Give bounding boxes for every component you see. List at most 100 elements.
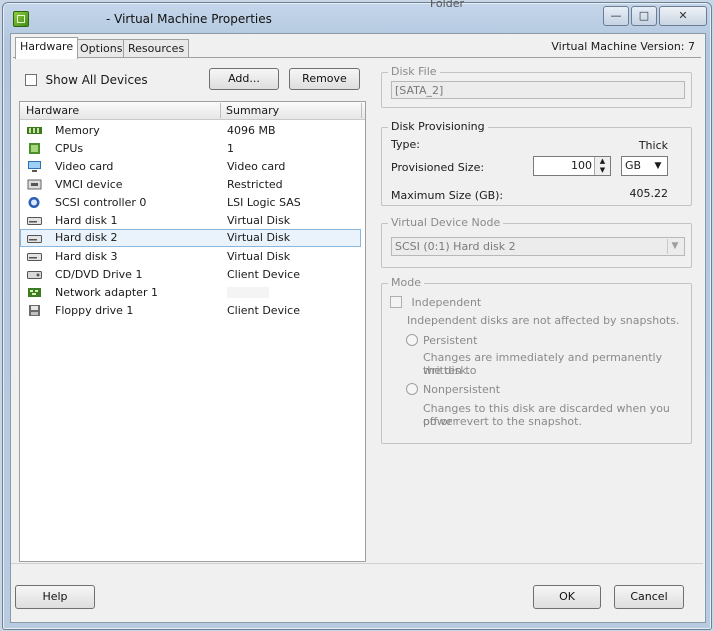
column-header-summary[interactable]: Summary [220,102,356,119]
mode-group: Mode Independent Independent disks are n… [381,276,692,444]
table-row-scsi-controller[interactable]: SCSI controller 0 LSI Logic SAS [21,194,360,211]
row-summary: 1 [227,142,234,155]
background-window-fragment: Folder [430,0,464,10]
row-summary: Client Device [227,268,300,281]
hard-disk-icon [27,253,42,261]
provisioned-size-label: Provisioned Size: [391,161,485,174]
row-summary: Virtual Disk [227,214,291,227]
disk-provisioning-title: Disk Provisioning [388,120,488,133]
row-summary: Virtual Disk [227,250,291,263]
table-row-memory[interactable]: Memory 4096 MB [21,122,360,139]
chevron-down-icon: ▼ [667,239,682,254]
mode-title: Mode [388,276,424,289]
disk-file-field: [SATA_2] [391,81,685,99]
dialog-client-area: Hardware Options Resources Virtual Machi… [10,33,706,623]
table-row-hard-disk-3[interactable]: Hard disk 3 Virtual Disk [21,248,360,265]
row-summary: LSI Logic SAS [227,196,301,209]
table-row-floppy-drive[interactable]: Floppy drive 1 Client Device [21,302,360,319]
virtual-device-node-title: Virtual Device Node [388,216,504,229]
size-unit-select[interactable]: GB ▼ [621,156,668,176]
add-device-button[interactable]: Add... [209,68,279,90]
vm-version-label: Virtual Machine Version: 7 [551,40,695,53]
tab-options[interactable]: Options [75,39,128,58]
type-value: Thick [638,139,668,152]
disk-file-group: Disk File [SATA_2] [381,65,692,108]
row-name: Memory [55,124,100,137]
cancel-button[interactable]: Cancel [614,585,684,609]
size-unit-value: GB [625,159,642,172]
cpu-icon [29,143,40,154]
vm-app-icon [13,11,29,27]
chevron-down-icon[interactable]: ▼ [651,159,665,173]
scsi-controller-icon [28,197,40,208]
memory-icon [27,127,42,134]
row-summary: Video card [227,160,286,173]
row-name: SCSI controller 0 [55,196,147,209]
independent-description: Independent disks are not affected by sn… [407,314,680,327]
tab-resources[interactable]: Resources [123,39,190,58]
maximum-size-value: 405.22 [629,187,669,200]
table-row-network-adapter[interactable]: Network adapter 1 [21,284,360,301]
virtual-device-node-value: SCSI (0:1) Hard disk 2 [395,240,516,253]
nonpersistent-label: Nonpersistent [423,383,501,396]
nonpersistent-description-line-2: off or revert to the snapshot. [423,415,582,428]
row-summary: Restricted [227,178,283,191]
row-name: Hard disk 3 [55,250,118,263]
maximum-size-label: Maximum Size (GB): [391,189,504,202]
tab-hardware[interactable]: Hardware [15,37,79,59]
vmci-icon [27,179,42,190]
column-separator[interactable] [361,103,362,118]
table-row-hard-disk-2[interactable]: Hard disk 2 Virtual Disk [20,229,361,247]
table-row-hard-disk-1[interactable]: Hard disk 1 Virtual Disk [21,212,360,229]
help-button[interactable]: Help [15,585,95,609]
disk-provisioning-group: Disk Provisioning Type: Thick Provisione… [381,120,692,206]
spin-down-icon[interactable]: ▼ [594,166,610,175]
hardware-tab-panel: Show All Devices Add... Remove Hardware … [13,58,701,563]
row-name: Floppy drive 1 [55,304,134,317]
persistent-label: Persistent [423,334,478,347]
disk-file-title: Disk File [388,65,440,78]
table-row-cd-dvd-drive[interactable]: CD/DVD Drive 1 Client Device [21,266,360,283]
hard-disk-icon [27,235,42,243]
row-name: VMCI device [55,178,123,191]
row-name: Network adapter 1 [55,286,158,299]
table-row-vmci-device[interactable]: VMCI device Restricted [21,176,360,193]
provisioned-size-value: 100 [571,159,592,172]
persistent-radio [406,334,418,346]
row-name: Hard disk 1 [55,214,118,227]
hardware-list-header: Hardware Summary [20,102,365,120]
persistent-description-line-2: the disk. [423,364,471,377]
row-summary: Client Device [227,304,300,317]
title-bar[interactable]: - Virtual Machine Properties Folder — □ … [3,0,711,33]
virtual-device-node-group: Virtual Device Node SCSI (0:1) Hard disk… [381,216,692,268]
close-button[interactable]: ✕ [659,6,707,26]
ok-button[interactable]: OK [533,585,601,609]
row-name: Hard disk 2 [55,231,118,244]
row-summary: Virtual Disk [227,231,291,244]
monitor-icon [28,161,41,172]
window-title: - Virtual Machine Properties [106,12,272,26]
cd-dvd-icon [27,271,42,279]
row-name: CD/DVD Drive 1 [55,268,143,281]
independent-row: Independent [390,295,481,309]
type-label: Type: [391,138,420,151]
show-all-devices-label: Show All Devices [45,73,148,87]
column-header-hardware[interactable]: Hardware [20,102,218,119]
provisioned-size-stepper[interactable]: 100 ▲ ▼ [533,156,611,176]
vm-properties-window: - Virtual Machine Properties Folder — □ … [2,0,712,630]
footer-separator [11,563,703,564]
remove-device-button[interactable]: Remove [289,68,360,90]
show-all-devices-checkbox[interactable] [25,74,37,86]
network-adapter-icon [28,288,41,297]
row-name: CPUs [55,142,84,155]
table-row-video-card[interactable]: Video card Video card [21,158,360,175]
minimize-button[interactable]: — [603,6,629,26]
table-row-cpus[interactable]: CPUs 1 [21,140,360,157]
nonpersistent-radio [406,383,418,395]
maximize-button[interactable]: □ [631,6,657,26]
hard-disk-icon [27,217,42,225]
hardware-list: Hardware Summary Memory 4096 MB CPUs 1 V… [19,101,366,562]
floppy-icon [29,305,40,316]
independent-label: Independent [411,295,482,309]
independent-checkbox [390,296,402,308]
